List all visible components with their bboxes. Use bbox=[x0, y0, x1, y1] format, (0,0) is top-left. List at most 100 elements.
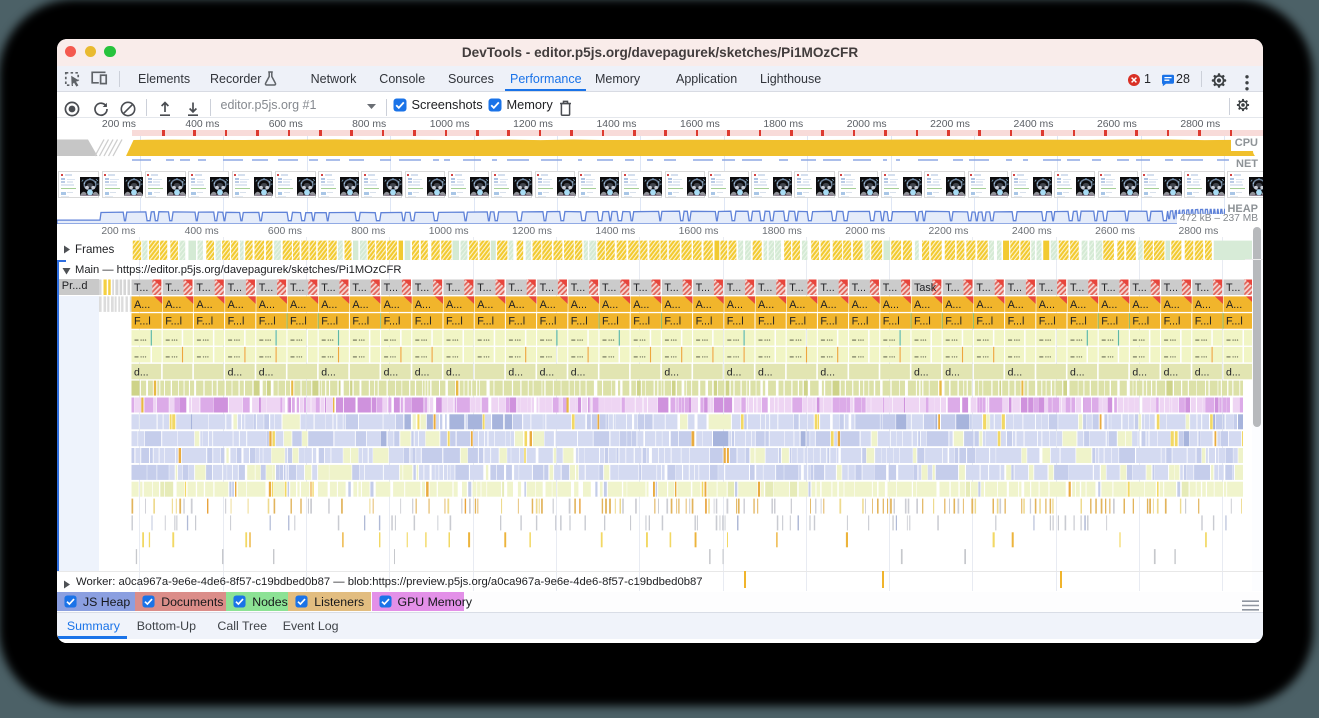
svg-text:T...: T... bbox=[945, 281, 959, 293]
svg-text:d...: d... bbox=[446, 366, 461, 378]
svg-text:d...: d... bbox=[384, 366, 399, 378]
svg-text:A...: A... bbox=[945, 298, 961, 310]
svg-text:d...: d... bbox=[415, 366, 430, 378]
svg-text:F...l: F...l bbox=[290, 315, 307, 327]
svg-text:F...l: F...l bbox=[633, 315, 650, 327]
svg-text:d...: d... bbox=[1226, 366, 1241, 378]
svg-text:d...: d... bbox=[540, 366, 555, 378]
svg-text:d...: d... bbox=[1132, 366, 1147, 378]
svg-text:d...: d... bbox=[1164, 366, 1179, 378]
svg-text:A...: A... bbox=[228, 298, 244, 310]
svg-text:A...: A... bbox=[1132, 298, 1148, 310]
svg-text:A...: A... bbox=[852, 298, 868, 310]
svg-text:d...: d... bbox=[945, 366, 960, 378]
svg-text:F...l: F...l bbox=[540, 315, 557, 327]
svg-text:A...: A... bbox=[696, 298, 712, 310]
svg-text:A...: A... bbox=[1195, 298, 1211, 310]
svg-text:T...: T... bbox=[883, 281, 897, 293]
svg-text:A...: A... bbox=[1039, 298, 1055, 310]
svg-text:F...l: F...l bbox=[758, 315, 775, 327]
svg-text:F...l: F...l bbox=[352, 315, 369, 327]
svg-text:Task: Task bbox=[914, 281, 937, 293]
svg-text:A...: A... bbox=[540, 298, 556, 310]
svg-text:T...: T... bbox=[633, 281, 647, 293]
svg-text:d...: d... bbox=[1008, 366, 1023, 378]
svg-text:T...: T... bbox=[789, 281, 803, 293]
svg-text:T...: T... bbox=[571, 281, 585, 293]
svg-text:A...: A... bbox=[758, 298, 774, 310]
svg-text:F...l: F...l bbox=[664, 315, 681, 327]
svg-text:A...: A... bbox=[1226, 298, 1242, 310]
svg-text:F...l: F...l bbox=[789, 315, 806, 327]
svg-text:F...l: F...l bbox=[852, 315, 869, 327]
svg-text:F...l: F...l bbox=[1101, 315, 1118, 327]
svg-text:F...l: F...l bbox=[1195, 315, 1212, 327]
svg-text:T...: T... bbox=[1039, 281, 1053, 293]
svg-text:T...: T... bbox=[477, 281, 491, 293]
svg-text:A...: A... bbox=[384, 298, 400, 310]
svg-text:A...: A... bbox=[633, 298, 649, 310]
svg-text:T...: T... bbox=[415, 281, 429, 293]
svg-text:F...l: F...l bbox=[415, 315, 432, 327]
svg-text:A...: A... bbox=[321, 298, 337, 310]
svg-text:F...l: F...l bbox=[134, 315, 151, 327]
svg-text:d...: d... bbox=[508, 366, 523, 378]
svg-text:d...: d... bbox=[134, 366, 149, 378]
svg-text:T...: T... bbox=[165, 281, 179, 293]
svg-text:d...: d... bbox=[727, 366, 742, 378]
svg-text:F...l: F...l bbox=[976, 315, 993, 327]
svg-text:A...: A... bbox=[1101, 298, 1117, 310]
svg-text:T...: T... bbox=[196, 281, 210, 293]
svg-text:F...l: F...l bbox=[477, 315, 494, 327]
svg-text:T...: T... bbox=[664, 281, 678, 293]
svg-text:A...: A... bbox=[446, 298, 462, 310]
svg-text:d...: d... bbox=[259, 366, 274, 378]
svg-text:F...l: F...l bbox=[914, 315, 931, 327]
svg-text:A...: A... bbox=[976, 298, 992, 310]
svg-text:T...: T... bbox=[602, 281, 616, 293]
svg-text:A...: A... bbox=[196, 298, 212, 310]
svg-text:F...l: F...l bbox=[571, 315, 588, 327]
svg-text:T...: T... bbox=[820, 281, 834, 293]
svg-text:F...l: F...l bbox=[1039, 315, 1056, 327]
svg-text:d...: d... bbox=[914, 366, 929, 378]
svg-text:F...l: F...l bbox=[1164, 315, 1181, 327]
svg-text:A...: A... bbox=[290, 298, 306, 310]
svg-text:F...l: F...l bbox=[384, 315, 401, 327]
svg-text:T...: T... bbox=[1132, 281, 1146, 293]
svg-text:F...l: F...l bbox=[508, 315, 525, 327]
svg-text:T...: T... bbox=[321, 281, 335, 293]
svg-text:d...: d... bbox=[758, 366, 773, 378]
svg-text:A...: A... bbox=[1008, 298, 1024, 310]
svg-text:T...: T... bbox=[446, 281, 460, 293]
svg-text:F...l: F...l bbox=[446, 315, 463, 327]
svg-text:A...: A... bbox=[477, 298, 493, 310]
svg-text:d...: d... bbox=[228, 366, 243, 378]
svg-text:T...: T... bbox=[508, 281, 522, 293]
svg-text:A...: A... bbox=[352, 298, 368, 310]
svg-text:T...: T... bbox=[1070, 281, 1084, 293]
svg-text:F...l: F...l bbox=[1226, 315, 1243, 327]
svg-text:T...: T... bbox=[540, 281, 554, 293]
svg-text:T...: T... bbox=[290, 281, 304, 293]
svg-text:A...: A... bbox=[134, 298, 150, 310]
svg-text:d...: d... bbox=[664, 366, 679, 378]
svg-text:T...: T... bbox=[1195, 281, 1209, 293]
svg-text:F...l: F...l bbox=[259, 315, 276, 327]
svg-text:d...: d... bbox=[1195, 366, 1210, 378]
svg-text:T...: T... bbox=[852, 281, 866, 293]
svg-text:A...: A... bbox=[727, 298, 743, 310]
svg-text:A...: A... bbox=[165, 298, 181, 310]
svg-text:d...: d... bbox=[571, 366, 586, 378]
svg-text:F...l: F...l bbox=[820, 315, 837, 327]
svg-text:T...: T... bbox=[758, 281, 772, 293]
svg-text:T...: T... bbox=[352, 281, 366, 293]
svg-text:T...: T... bbox=[384, 281, 398, 293]
svg-text:A...: A... bbox=[1164, 298, 1180, 310]
svg-text:T...: T... bbox=[1226, 281, 1240, 293]
svg-text:T...: T... bbox=[976, 281, 990, 293]
svg-text:A...: A... bbox=[602, 298, 618, 310]
svg-text:A...: A... bbox=[1070, 298, 1086, 310]
svg-text:T...: T... bbox=[1101, 281, 1115, 293]
svg-text:T...: T... bbox=[1164, 281, 1178, 293]
